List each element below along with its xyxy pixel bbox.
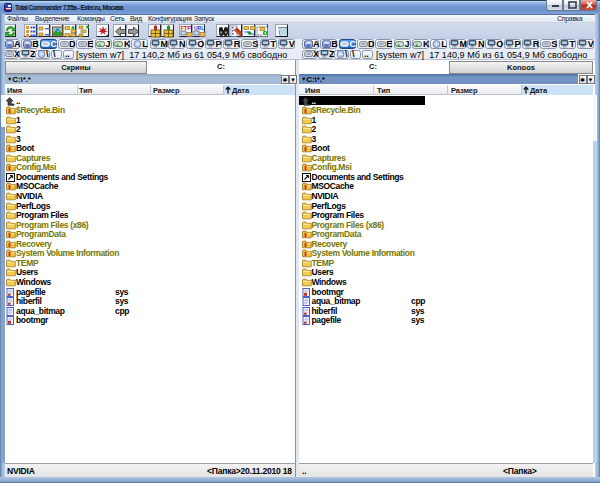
- svg-text:FTP: FTP: [180, 25, 191, 31]
- svg-text:URL: URL: [194, 25, 204, 31]
